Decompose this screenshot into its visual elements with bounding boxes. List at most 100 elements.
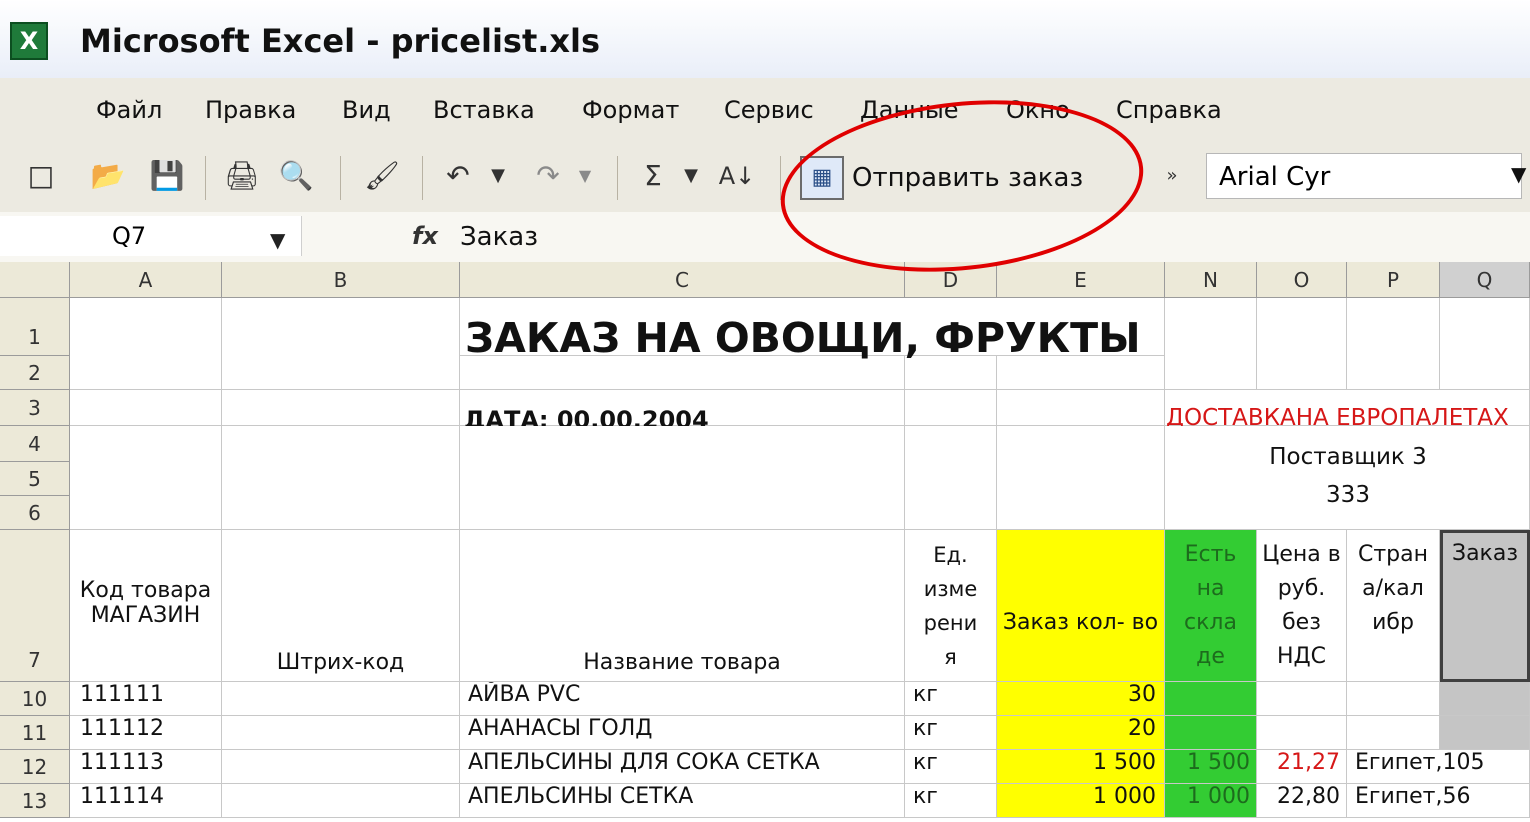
new-icon[interactable]: □ [25,155,57,197]
save-icon[interactable]: 💾 [148,155,186,197]
menu-view[interactable]: Вид [342,96,391,124]
row-13-barcode[interactable] [222,784,460,818]
header-order-selected[interactable]: Заказ [1440,530,1530,682]
format-painter-icon[interactable]: 🖌 [360,155,404,197]
row-11-code[interactable]: 111112 [70,716,222,750]
formula-value[interactable]: Заказ [460,222,538,252]
sort-ascending-icon[interactable]: A↓ [713,155,761,197]
header-code[interactable]: Код товара МАГАЗИН [70,530,222,682]
redo-dropdown-icon[interactable]: ▼ [575,155,595,197]
row-10-qty[interactable]: 30 [997,682,1165,716]
header-barcode[interactable]: Штрих-код [222,530,460,682]
row-12-code[interactable]: 111113 [70,750,222,784]
row-header-4[interactable]: 4 [0,426,70,462]
column-header-e[interactable]: E [997,262,1165,298]
menu-format[interactable]: Формат [582,96,679,124]
cell-d3[interactable] [905,390,997,426]
redo-icon[interactable]: ↷ [527,155,569,197]
row-header-11[interactable]: 11 [0,716,70,750]
menu-help[interactable]: Справка [1116,96,1222,124]
menu-insert[interactable]: Вставка [433,96,535,124]
row-12-price[interactable]: 21,27 [1257,750,1347,784]
menu-file[interactable]: Файл [96,96,162,124]
font-selector[interactable]: Arial Cyr [1206,153,1522,199]
row-10-price[interactable] [1257,682,1347,716]
cell-e4-e6[interactable] [997,426,1165,530]
column-header-o[interactable]: O [1257,262,1347,298]
row-header-7[interactable]: 7 [0,530,70,682]
row-header-12[interactable]: 12 [0,750,70,784]
row-header-13[interactable]: 13 [0,784,70,818]
row-10-name[interactable]: АЙВА PVC [460,682,905,716]
cell-n1-n2[interactable] [1165,298,1257,390]
cell-n4-q6[interactable] [1165,426,1530,530]
cell-q1-q2[interactable] [1440,298,1530,390]
row-11-price[interactable] [1257,716,1347,750]
row-12-stock[interactable]: 1 500 [1165,750,1257,784]
undo-dropdown-icon[interactable]: ▼ [486,155,510,197]
row-13-unit[interactable]: кг [905,784,997,818]
toolbar-overflow-icon[interactable]: » [1160,155,1184,197]
header-order-qty[interactable]: Заказ кол- во [997,530,1165,682]
row-10-code[interactable]: 111111 [70,682,222,716]
row-header-5[interactable]: 5 [0,462,70,496]
send-order-button[interactable]: ▦ Отправить заказ [800,155,1100,201]
row-11-qty[interactable]: 20 [997,716,1165,750]
header-price[interactable]: Цена в руб. без НДС [1257,530,1347,682]
autosum-dropdown-icon[interactable]: ▼ [679,155,703,197]
row-13-name[interactable]: АПЕЛЬСИНЫ СЕТКА [460,784,905,818]
name-box-dropdown-icon[interactable]: ▼ [270,228,285,252]
column-header-c[interactable]: C [460,262,905,298]
row-11-name[interactable]: АНАНАСЫ ГОЛД [460,716,905,750]
row-header-1[interactable]: 1 [0,298,70,356]
row-11-country[interactable] [1347,716,1440,750]
cell-b3[interactable] [222,390,460,426]
column-header-q[interactable]: Q [1440,262,1530,298]
cell-d4-d6[interactable] [905,426,997,530]
row-11-unit[interactable]: кг [905,716,997,750]
cell-a1-a2[interactable] [70,298,222,390]
row-12-qty[interactable]: 1 500 [997,750,1165,784]
column-header-b[interactable]: B [222,262,460,298]
row-13-price[interactable]: 22,80 [1257,784,1347,818]
row-10-barcode[interactable] [222,682,460,716]
menu-data[interactable]: Данные [860,96,959,124]
cell-b4-b6[interactable] [222,426,460,530]
cell-a3[interactable] [70,390,222,426]
row-10-order[interactable] [1440,682,1530,716]
row-header-2[interactable]: 2 [0,356,70,390]
cell-b1-b2[interactable] [222,298,460,390]
header-unit[interactable]: Ед. изме рени я [905,530,997,682]
cell-o1-o2[interactable] [1257,298,1347,390]
row-12-unit[interactable]: кг [905,750,997,784]
cell-e3[interactable] [997,390,1165,426]
cell-a4-a6[interactable] [70,426,222,530]
column-header-a[interactable]: A [70,262,222,298]
undo-icon[interactable]: ↶ [437,155,479,197]
row-10-stock[interactable] [1165,682,1257,716]
row-12-country[interactable]: Египет,105 [1347,750,1530,784]
column-header-n[interactable]: N [1165,262,1257,298]
row-13-qty[interactable]: 1 000 [997,784,1165,818]
function-icon[interactable]: fx [412,222,438,250]
row-13-code[interactable]: 111114 [70,784,222,818]
name-box[interactable]: Q7 [0,216,302,256]
header-stock[interactable]: Есть на скла де [1165,530,1257,682]
cell-p1-p2[interactable] [1347,298,1440,390]
print-icon[interactable]: 🖨 [222,155,262,197]
column-header-d[interactable]: D [905,262,997,298]
row-11-stock[interactable] [1165,716,1257,750]
select-all-corner[interactable] [0,262,70,298]
open-icon[interactable]: 📂 [88,155,128,197]
preview-icon[interactable]: 🔍 [276,155,316,197]
row-10-country[interactable] [1347,682,1440,716]
row-header-10[interactable]: 10 [0,682,70,716]
row-header-6[interactable]: 6 [0,496,70,530]
row-12-name[interactable]: АПЕЛЬСИНЫ ДЛЯ СОКА СЕТКА [460,750,905,784]
row-10-unit[interactable]: кг [905,682,997,716]
row-12-barcode[interactable] [222,750,460,784]
header-name[interactable]: Название товара [460,530,905,682]
row-11-order[interactable] [1440,716,1530,750]
cell-c4-c6[interactable] [460,426,905,530]
row-header-3[interactable]: 3 [0,390,70,426]
